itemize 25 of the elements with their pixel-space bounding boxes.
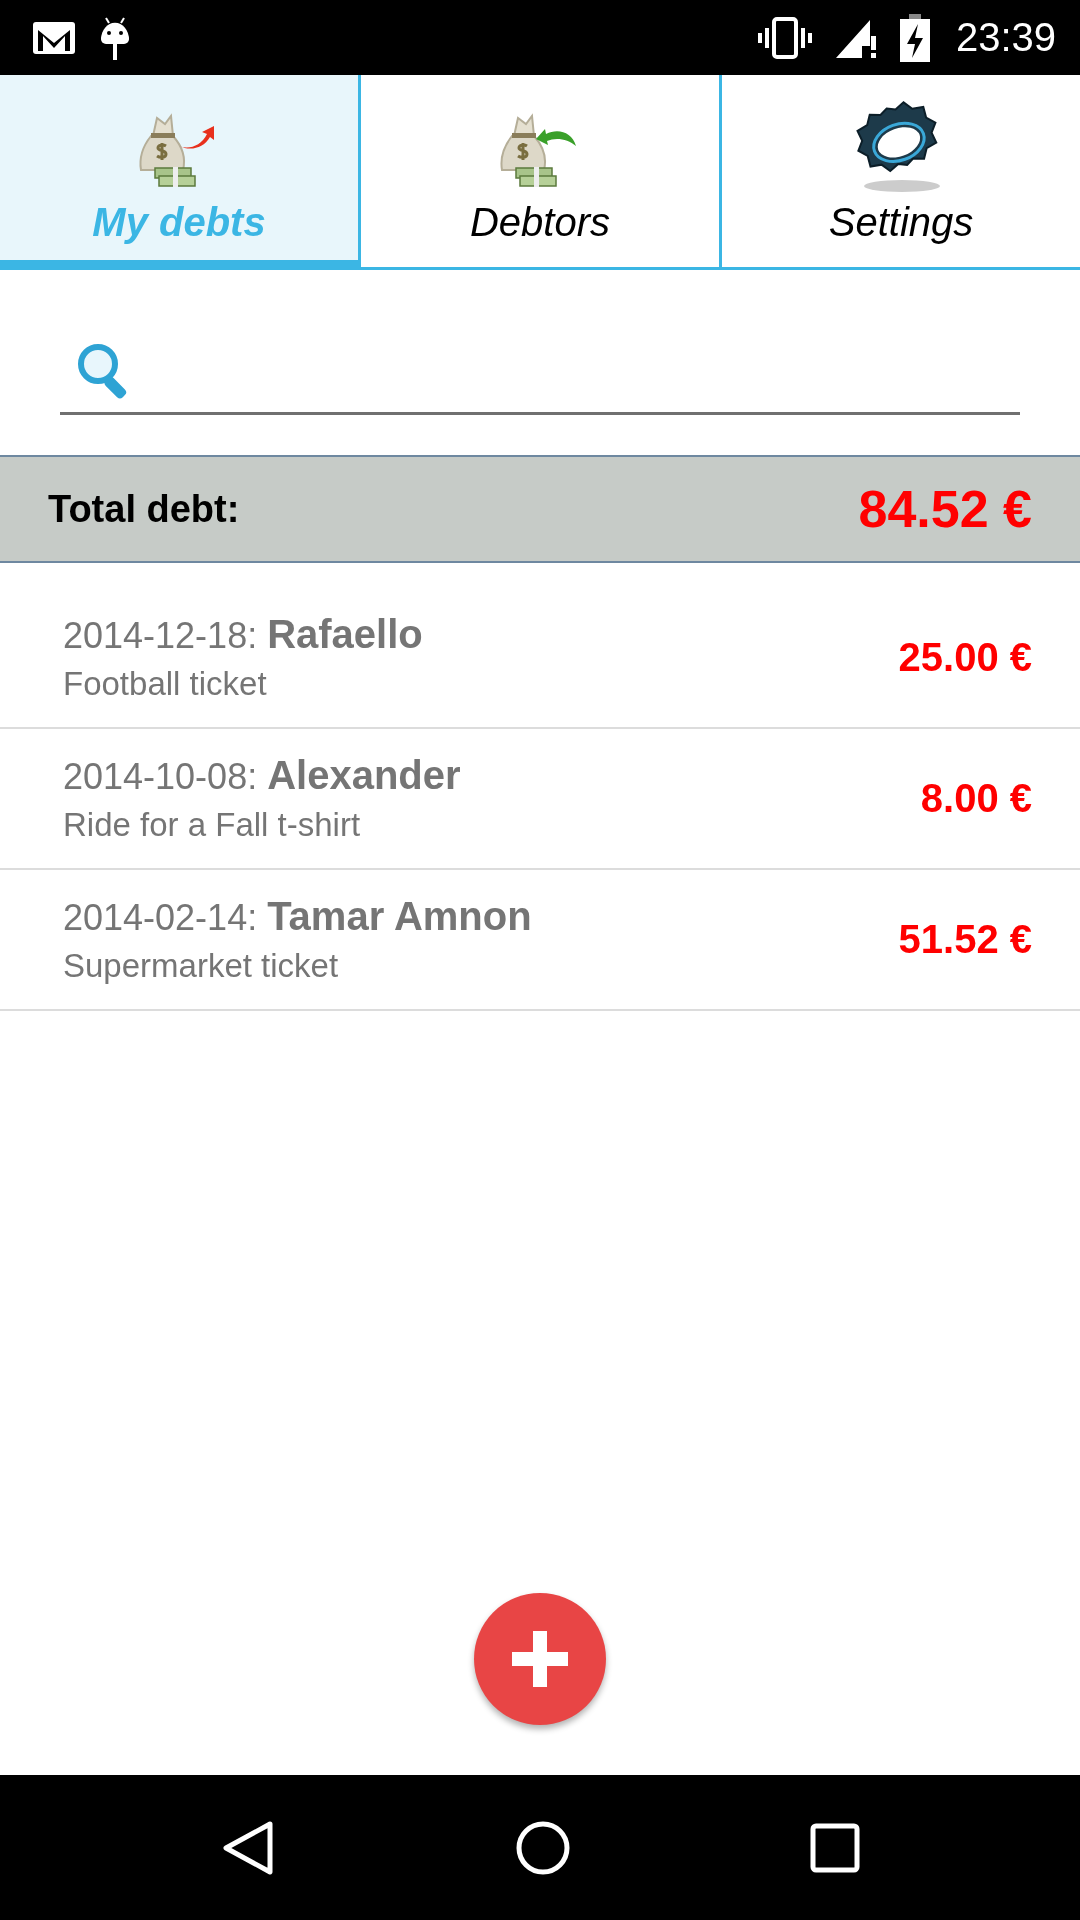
- total-amount: 84.52 €: [858, 479, 1032, 539]
- debt-title: 2014-12-18: Rafaello: [63, 612, 423, 657]
- debt-row[interactable]: 2014-02-14: Tamar Amnon Supermarket ticket 51.52 €: [0, 870, 1080, 1011]
- mail-icon: [32, 20, 76, 55]
- debt-amount: 8.00 €: [920, 776, 1032, 821]
- recents-icon[interactable]: [810, 1822, 860, 1873]
- debt-title: 2014-02-14: Tamar Amnon: [63, 894, 532, 939]
- plus-icon: [512, 1631, 568, 1687]
- home-icon[interactable]: [516, 1820, 570, 1875]
- debt-description: Ride for a Fall t-shirt: [63, 806, 362, 844]
- debt-description: Football ticket: [63, 665, 268, 703]
- total-label: Total debt:: [48, 487, 240, 531]
- debt-description: Supermarket ticket: [63, 947, 340, 985]
- vibrate-icon: [757, 15, 812, 60]
- battery-charging-icon: [899, 13, 930, 62]
- back-icon[interactable]: [220, 1819, 276, 1876]
- clock-time: 23:39: [955, 15, 1056, 60]
- tab[interactable]: Debtors: [358, 75, 719, 270]
- debt-row[interactable]: 2014-12-18: Rafaello Football ticket 25.00 €: [0, 588, 1080, 729]
- add-button[interactable]: [474, 1593, 606, 1725]
- debt-amount: 51.52 €: [898, 917, 1032, 962]
- debt-title: 2014-10-08: Alexander: [63, 753, 461, 798]
- debt-row[interactable]: 2014-10-08: Alexander Ride for a Fall t-shirt 8.00 €: [0, 729, 1080, 870]
- tab[interactable]: Settings: [719, 75, 1080, 270]
- debt-amount: 25.00 €: [898, 635, 1032, 680]
